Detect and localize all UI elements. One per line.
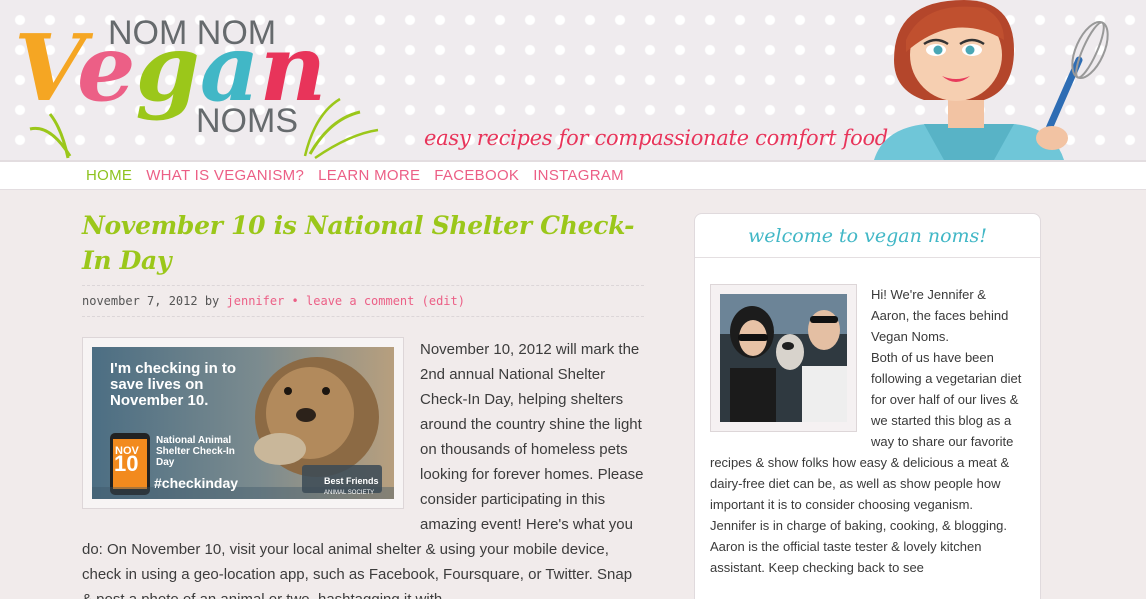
blog-post: November 10 is National Shelter Check-In…	[82, 208, 644, 599]
author-photo-frame	[710, 284, 857, 432]
post-by-label: by	[204, 294, 220, 308]
image-headline: I'm checking in to save lives on Novembe…	[110, 360, 237, 409]
leave-comment-link[interactable]: leave a comment	[306, 294, 414, 308]
mascot-illustration	[864, 0, 1114, 160]
post-image-frame: I'm checking in to save lives on Novembe…	[82, 337, 404, 509]
nav-instagram-link[interactable]: INSTAGRAM	[533, 167, 624, 184]
nav-what-is-veganism-link[interactable]: WHAT IS VEGANISM?	[146, 167, 304, 184]
post-title[interactable]: November 10 is National Shelter Check-In…	[82, 208, 644, 278]
nav-facebook-link[interactable]: FACEBOOK	[434, 167, 519, 184]
post-meta: november 7, 2012 by jennifer • leave a c…	[82, 285, 644, 317]
welcome-widget: welcome to vegan noms! Hi! We're Jennife…	[694, 213, 1041, 599]
site-logo[interactable]: NOM NOM Vegan NOMS	[10, 4, 390, 160]
nav-home-link[interactable]: HOME	[86, 167, 132, 184]
image-subtitle: National Animal Shelter Check-In Day	[156, 435, 235, 468]
logo-graphic: NOM NOM Vegan NOMS	[14, 14, 379, 160]
post-content: I'm checking in to save lives on Novembe…	[82, 337, 644, 599]
logo-letter-g: g	[135, 14, 199, 122]
meta-separator: •	[291, 294, 299, 308]
welcome-widget-title: welcome to vegan noms!	[695, 214, 1040, 258]
post-author-link[interactable]: jennifer	[227, 294, 285, 308]
logo-letter-e: e	[77, 14, 136, 122]
checkin-day-image[interactable]: I'm checking in to save lives on Novembe…	[92, 347, 394, 499]
post-date: november 7, 2012	[82, 294, 198, 308]
site-header: NOM NOM Vegan NOMS easy recipes for comp…	[0, 0, 1146, 160]
welcome-paragraph-3: Jennifer is in charge of baking, cooking…	[710, 518, 1008, 575]
logo-bottom-text: NOMS	[196, 102, 298, 140]
tagline: easy recipes for compassionate comfort f…	[424, 126, 888, 150]
image-hashtag: #checkinday	[154, 475, 239, 491]
nav-learn-more-link[interactable]: LEARN MORE	[318, 167, 420, 184]
best-friends-sub: ANIMAL SOCIETY	[324, 490, 375, 496]
welcome-widget-body: Hi! We're Jennifer & Aaron, the faces be…	[710, 284, 1025, 578]
main-nav: HOME WHAT IS VEGANISM? LEARN MORE FACEBO…	[0, 160, 1146, 190]
calendar-day: 10	[114, 451, 139, 476]
edit-link[interactable]: (edit)	[422, 294, 465, 308]
author-photo	[720, 294, 847, 422]
